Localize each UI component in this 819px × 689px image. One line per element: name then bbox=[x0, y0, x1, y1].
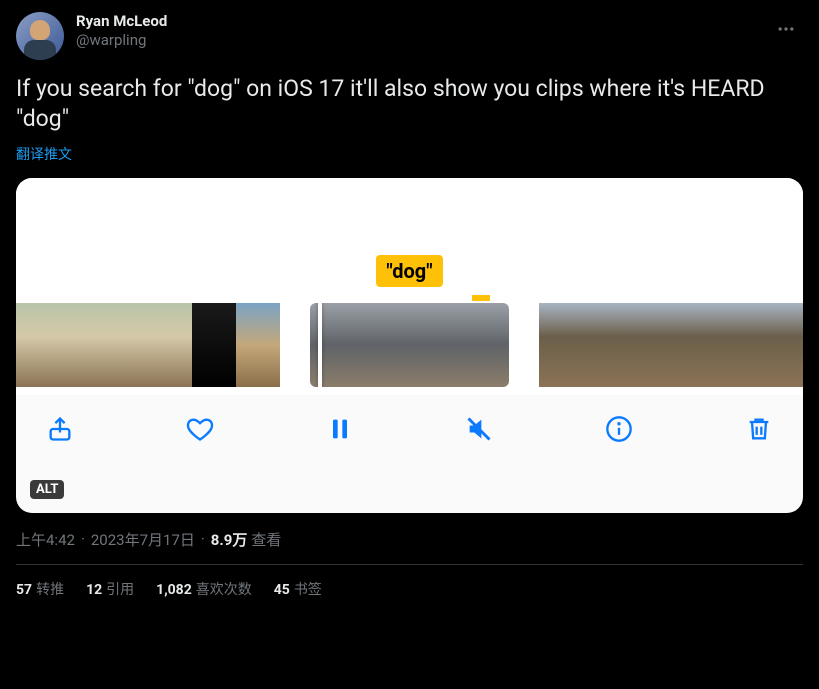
heart-icon bbox=[186, 415, 214, 443]
bookmarks-stat[interactable]: 45书签 bbox=[274, 579, 322, 599]
clip-group-1[interactable] bbox=[16, 303, 280, 387]
thumbnail bbox=[236, 303, 280, 387]
tweet-time[interactable]: 上午4:42 bbox=[16, 529, 75, 550]
share-icon bbox=[46, 415, 74, 443]
trash-icon bbox=[745, 415, 773, 443]
media-card[interactable]: "dog" bbox=[16, 178, 803, 513]
thumbnail bbox=[539, 303, 583, 387]
thumbnail bbox=[715, 303, 759, 387]
thumbnail bbox=[759, 303, 803, 387]
share-button[interactable] bbox=[44, 413, 76, 445]
user-info[interactable]: Ryan McLeod @warpling bbox=[76, 12, 167, 50]
tweet-stats: 57转推 12引用 1,082喜欢次数 45书签 bbox=[16, 565, 803, 599]
info-button[interactable] bbox=[603, 413, 635, 445]
translate-link[interactable]: 翻译推文 bbox=[16, 144, 803, 164]
thumbnail bbox=[414, 303, 466, 387]
tweet-text: If you search for "dog" on iOS 17 it'll … bbox=[16, 74, 803, 134]
media-toolbar bbox=[16, 395, 803, 459]
tweet-meta: 上午4:42 · 2023年7月17日 · 8.9万 查看 bbox=[16, 529, 803, 550]
caption-chip: "dog" bbox=[376, 255, 442, 287]
clip-group-3[interactable] bbox=[539, 303, 803, 387]
thumbnail bbox=[16, 303, 60, 387]
mute-icon bbox=[465, 415, 493, 443]
thumbnail bbox=[60, 303, 104, 387]
alt-badge[interactable]: ALT bbox=[30, 480, 64, 499]
tweet-date[interactable]: 2023年7月17日 bbox=[91, 529, 195, 550]
avatar[interactable] bbox=[16, 12, 64, 60]
more-button[interactable] bbox=[769, 12, 803, 46]
filmstrip-row[interactable] bbox=[16, 303, 803, 395]
display-name: Ryan McLeod bbox=[76, 12, 167, 31]
more-icon bbox=[776, 19, 796, 39]
media-spacer bbox=[16, 178, 803, 255]
views-label: 查看 bbox=[251, 529, 281, 550]
thumbnail bbox=[466, 303, 509, 387]
meta-separator: · bbox=[81, 530, 85, 548]
clip-group-2-active[interactable] bbox=[310, 303, 509, 387]
thumbnail bbox=[104, 303, 148, 387]
pause-button[interactable] bbox=[324, 413, 356, 445]
tweet-header: Ryan McLeod @warpling bbox=[16, 12, 803, 60]
likes-stat[interactable]: 1,082喜欢次数 bbox=[156, 579, 252, 599]
quotes-stat[interactable]: 12引用 bbox=[86, 579, 134, 599]
like-button[interactable] bbox=[184, 413, 216, 445]
caption-tick bbox=[16, 295, 803, 303]
meta-separator: · bbox=[201, 530, 205, 548]
views-count[interactable]: 8.9万 bbox=[211, 529, 248, 550]
thumbnail bbox=[362, 303, 414, 387]
retweets-stat[interactable]: 57转推 bbox=[16, 579, 64, 599]
pause-icon bbox=[326, 415, 354, 443]
delete-button[interactable] bbox=[743, 413, 775, 445]
thumbnail bbox=[148, 303, 192, 387]
mute-button[interactable] bbox=[463, 413, 495, 445]
thumbnail bbox=[192, 303, 236, 387]
caption-chip-row: "dog" bbox=[16, 255, 803, 295]
thumbnail bbox=[583, 303, 627, 387]
info-icon bbox=[605, 415, 633, 443]
thumbnail bbox=[627, 303, 671, 387]
tweet-container: Ryan McLeod @warpling If you search for … bbox=[0, 0, 819, 607]
playhead[interactable] bbox=[318, 303, 322, 387]
thumbnail bbox=[671, 303, 715, 387]
user-handle: @warpling bbox=[76, 31, 167, 50]
